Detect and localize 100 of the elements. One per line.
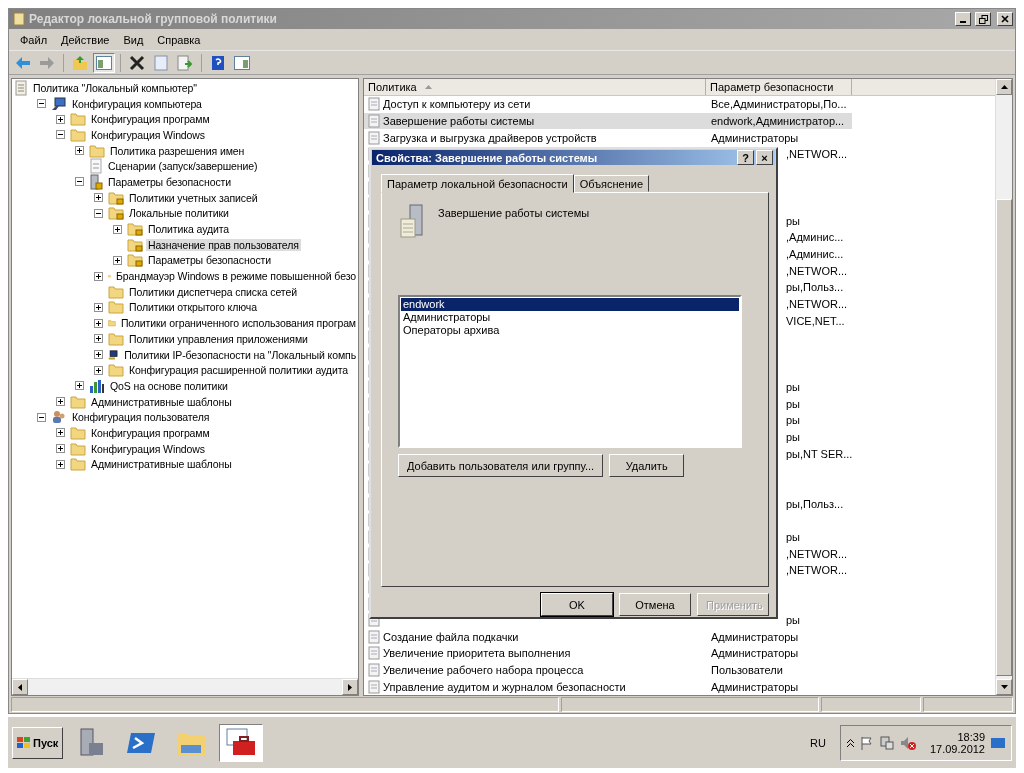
- expand-toggle[interactable]: [94, 271, 103, 281]
- window-title: Редактор локальной групповой политики: [29, 12, 278, 26]
- windows-logo-icon: [17, 736, 31, 749]
- clock-date[interactable]: 17.09.2012: [929, 742, 985, 755]
- expand-toggle[interactable]: [113, 255, 122, 265]
- expand-toggle[interactable]: [94, 334, 103, 344]
- clock-time[interactable]: 18:39: [957, 730, 985, 743]
- tree-item[interactable]: Административные шаблоны: [89, 458, 234, 471]
- column-header[interactable]: Политика: [364, 79, 706, 95]
- expand-toggle[interactable]: [56, 114, 65, 124]
- expand-toggle[interactable]: [113, 224, 122, 234]
- tree-item[interactable]: Конфигурация расширенной политики аудита: [127, 364, 350, 377]
- expand-toggle[interactable]: [75, 381, 84, 391]
- scroll-left-button[interactable]: [12, 679, 28, 695]
- language-indicator[interactable]: RU: [802, 736, 834, 749]
- folder-icon: [70, 112, 86, 127]
- expand-toggle[interactable]: [94, 302, 103, 312]
- expand-toggle[interactable]: [94, 318, 103, 328]
- tree-item[interactable]: Конфигурация компьютера: [70, 97, 204, 110]
- expand-toggle[interactable]: [56, 428, 65, 438]
- collapse-toggle[interactable]: [94, 208, 103, 218]
- tree-item[interactable]: Конфигурация пользователя: [70, 411, 212, 424]
- menu-item[interactable]: Вид: [116, 33, 151, 46]
- tree-item[interactable]: Политика разрешения имен: [108, 144, 247, 157]
- policy-name[interactable]: Увеличение рабочего набора процесса: [383, 664, 584, 677]
- scroll-right-button[interactable]: [342, 679, 358, 695]
- close-button[interactable]: [997, 12, 1013, 26]
- tree-item[interactable]: Назначение прав пользователя: [146, 238, 301, 251]
- account-item[interactable]: Администраторы: [401, 311, 739, 324]
- scroll-down-button[interactable]: [996, 679, 1012, 695]
- expand-toggle[interactable]: [56, 397, 65, 407]
- tree-item[interactable]: Политики учетных записей: [127, 191, 260, 204]
- expand-toggle[interactable]: [94, 350, 103, 360]
- setting-value: Все,Администраторы,По...: [711, 98, 847, 111]
- dialog-button[interactable]: OK: [541, 593, 613, 616]
- tree-item[interactable]: Политики IP-безопасности на "Локальный компь: [122, 348, 358, 361]
- setting-value: ры,Польз...: [786, 281, 844, 294]
- help-button[interactable]: ?: [737, 150, 754, 165]
- expand-toggle[interactable]: [56, 459, 65, 469]
- tree-item[interactable]: Политика аудита: [146, 223, 232, 236]
- tree-item[interactable]: Политики ограниченного использования програм: [118, 317, 358, 330]
- account-item[interactable]: Операторы архива: [401, 324, 739, 337]
- locked-folder-icon: [127, 253, 143, 268]
- column-title: Параметр безопасности: [710, 81, 834, 93]
- tab[interactable]: Объяснение: [573, 175, 650, 192]
- horizontal-scrollbar[interactable]: [12, 678, 358, 695]
- tree-item[interactable]: Конфигурация программ: [89, 426, 212, 439]
- expand-toggle[interactable]: [75, 146, 84, 156]
- add-user-button[interactable]: Добавить пользователя или группу...: [398, 454, 604, 477]
- account-item[interactable]: endwork: [401, 298, 739, 311]
- menu-item[interactable]: Файл: [13, 33, 55, 46]
- dialog-button[interactable]: Отмена: [619, 593, 691, 616]
- restore-button[interactable]: [975, 12, 991, 26]
- policy-name[interactable]: Управление аудитом и журналом безопасности: [383, 680, 626, 693]
- tree-item[interactable]: Политики открытого ключа: [127, 301, 259, 314]
- tree-item[interactable]: QoS на основе политики: [108, 379, 230, 392]
- tree-item[interactable]: Параметры безопасности: [146, 254, 274, 267]
- tab[interactable]: Параметр локальной безопасности: [381, 174, 574, 193]
- menu-item[interactable]: Справка: [150, 33, 208, 46]
- policy-name[interactable]: Загрузка и выгрузка драйверов устройств: [383, 131, 597, 144]
- locked-folder-icon: [127, 222, 143, 237]
- scroll-thumb[interactable]: [996, 199, 1012, 676]
- tree-item[interactable]: Параметры безопасности: [106, 175, 234, 188]
- tree-item[interactable]: Конфигурация Windows: [89, 442, 207, 455]
- tree-item[interactable]: Конфигурация Windows: [89, 128, 207, 141]
- tree-item[interactable]: Политики управления приложениями: [127, 332, 310, 345]
- dialog-title: Свойства: Завершение работы системы: [376, 151, 599, 164]
- collapse-toggle[interactable]: [75, 177, 84, 187]
- taskbar-app[interactable]: [219, 723, 264, 762]
- setting-value: endwork,Администратор...: [711, 114, 845, 127]
- tree-item[interactable]: Политики диспетчера списка сетей: [127, 285, 299, 298]
- policy-name[interactable]: Создание файла подкачки: [383, 630, 519, 643]
- tree-item[interactable]: Локальные политики: [127, 207, 231, 220]
- expand-toggle[interactable]: [56, 444, 65, 454]
- tree-item[interactable]: Брандмауэр Windows в режиме повышенной безо: [114, 270, 358, 283]
- tree-pane-icon: [96, 55, 112, 70]
- minimize-button[interactable]: [955, 12, 971, 26]
- tree-item[interactable]: Политика "Локальный компьютер": [31, 81, 199, 94]
- expand-toggle[interactable]: [94, 365, 103, 375]
- scroll-up-button[interactable]: [996, 79, 1012, 95]
- app-icon: [13, 12, 25, 26]
- remove-button[interactable]: Удалить: [609, 454, 685, 477]
- policy-name[interactable]: Доступ к компьютеру из сети: [383, 98, 531, 111]
- tree-item[interactable]: Конфигурация программ: [89, 113, 212, 126]
- tree-item[interactable]: Административные шаблоны: [89, 395, 234, 408]
- close-button[interactable]: ×: [756, 150, 773, 165]
- start-button[interactable]: Пуск: [12, 726, 64, 759]
- collapse-toggle[interactable]: [37, 99, 46, 109]
- column-header[interactable]: Параметр безопасности: [706, 79, 852, 95]
- expand-toggle[interactable]: [94, 193, 103, 203]
- vertical-scrollbar[interactable]: [995, 79, 1012, 695]
- policy-name[interactable]: Увеличение приоритета выполнения: [383, 647, 571, 660]
- setting-value: Пользователи: [711, 664, 783, 677]
- collapse-toggle[interactable]: [56, 130, 65, 140]
- tree-item[interactable]: Сценарии (запуск/завершение): [106, 160, 260, 173]
- setting-value: Администраторы: [711, 131, 799, 144]
- menu-item[interactable]: Действие: [54, 33, 117, 46]
- collapse-toggle[interactable]: [37, 412, 46, 422]
- policy-icon: [368, 663, 380, 678]
- setting-value: Администраторы: [711, 630, 799, 643]
